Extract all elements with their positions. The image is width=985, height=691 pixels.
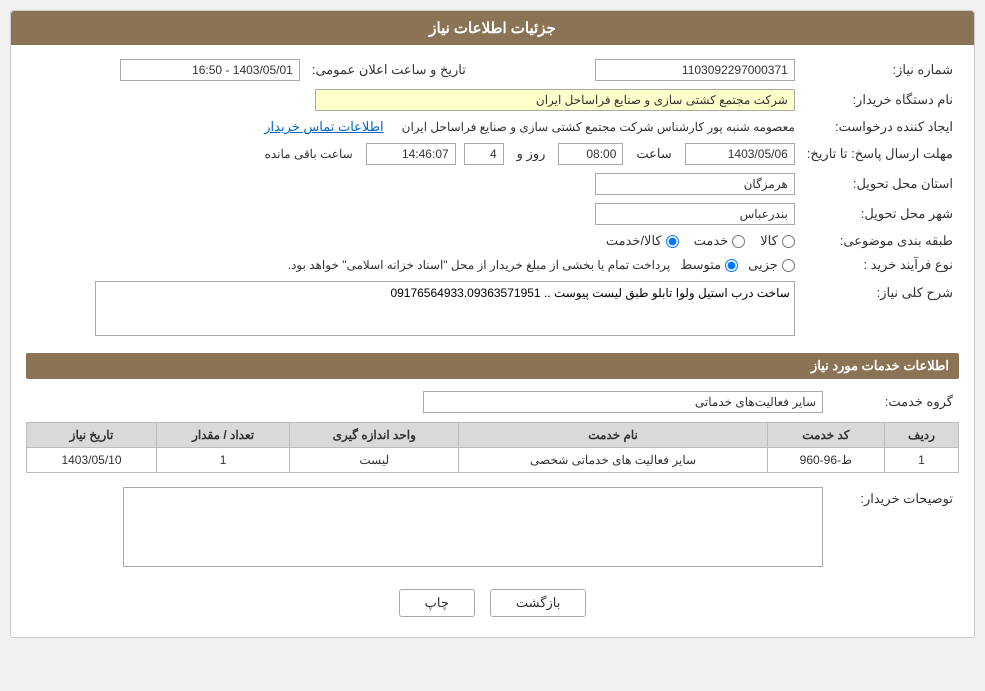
saat-label: ساعت: [636, 146, 671, 162]
shahr-label: شهر محل تحویل:: [801, 199, 959, 229]
baqi-mande-label: ساعت باقی مانده: [265, 147, 353, 161]
date-input[interactable]: [685, 143, 795, 165]
noe-farayand-cell: جزیی متوسط پرداخت تمام یا بخشی از مبلغ خ…: [26, 253, 801, 277]
table-row: 1ط-96-960سایر فعالیت های خدماتی شخصیلیست…: [27, 448, 959, 473]
radio-motevaset-input[interactable]: [725, 259, 738, 272]
col-name: نام خدمت: [459, 423, 768, 448]
tarikh-elan-label: تاریخ و ساعت اعلان عمومی:: [306, 55, 472, 85]
col-radif: ردیف: [884, 423, 958, 448]
shomara-label: شماره نیاز:: [801, 55, 959, 85]
radio-motevaset[interactable]: متوسط: [680, 257, 738, 273]
print-button[interactable]: چاپ: [399, 589, 475, 617]
tarikh-elan-input[interactable]: [120, 59, 300, 81]
services-table: ردیف کد خدمت نام خدمت واحد اندازه گیری ت…: [26, 422, 959, 473]
ijad-konande-label: ایجاد کننده درخواست:: [801, 115, 959, 139]
ostan-cell: [26, 169, 801, 199]
services-section-title: اطلاعات خدمات مورد نیاز: [26, 353, 959, 379]
mohlet-ersal-label: مهلت ارسال پاسخ: تا تاریخ:: [801, 139, 959, 169]
tarikh-elan-cell: [26, 55, 306, 85]
tosifat-textarea[interactable]: [123, 487, 823, 567]
ijad-konande-value: معصومه شنبه پور کارشناس شرکت مجتمع کشتی …: [402, 120, 795, 134]
col-kod: کد خدمت: [767, 423, 884, 448]
radio-kala-khadamat[interactable]: کالا/خدمت: [606, 233, 679, 249]
radio-kala-khadamat-input[interactable]: [666, 235, 679, 248]
main-container: جزئیات اطلاعات نیاز شماره نیاز: تاریخ و …: [10, 10, 975, 638]
mohlet-ersal-cell: ساعت روز و ساعت باقی مانده: [26, 139, 801, 169]
table-cell-3: لیست: [290, 448, 459, 473]
col-tarikh: تاریخ نیاز: [27, 423, 157, 448]
baqi-mande-input[interactable]: [366, 143, 456, 165]
page-title: جزئیات اطلاعات نیاز: [11, 11, 974, 45]
tabagheh-label: طبقه بندی موضوعی:: [801, 229, 959, 253]
content-area: شماره نیاز: تاریخ و ساعت اعلان عمومی: نا…: [11, 45, 974, 637]
table-cell-2: سایر فعالیت های خدماتی شخصی: [459, 448, 768, 473]
sharh-label: شرح کلی نیاز:: [801, 277, 959, 343]
services-form-table: گروه خدمت:: [26, 387, 959, 417]
radio-jozi-input[interactable]: [782, 259, 795, 272]
noe-farayand-label: نوع فرآیند خرید :: [801, 253, 959, 277]
col-vahed: واحد اندازه گیری: [290, 423, 459, 448]
shahr-cell: [26, 199, 801, 229]
tosifat-table: توصیحات خریدار:: [26, 483, 959, 574]
name-dastgah-cell: [26, 85, 801, 115]
radio-khadamat[interactable]: خدمت: [694, 233, 746, 249]
group-khadamat-input[interactable]: [423, 391, 823, 413]
ostan-label: استان محل تحویل:: [801, 169, 959, 199]
table-cell-5: 1403/05/10: [27, 448, 157, 473]
tabagheh-cell: کالا خدمت کالا/خدمت: [26, 229, 801, 253]
tosifat-cell: [26, 483, 829, 574]
etelaat-tamas-link[interactable]: اطلاعات تماس خریدار: [264, 119, 383, 135]
group-khadamat-cell: [26, 387, 829, 417]
radio-kala-khadamat-label: کالا/خدمت: [606, 233, 662, 249]
table-cell-4: 1: [156, 448, 289, 473]
saat-input[interactable]: [558, 143, 623, 165]
radio-motevaset-label: متوسط: [680, 257, 721, 273]
top-info-table: شماره نیاز: تاریخ و ساعت اعلان عمومی: نا…: [26, 55, 959, 343]
rooz-input[interactable]: [464, 143, 504, 165]
sharh-textarea[interactable]: ساخت درب استیل ولوا تابلو طبق لیست پیوست…: [95, 281, 795, 336]
radio-khadamat-input[interactable]: [732, 235, 745, 248]
noe-farayand-note: پرداخت تمام یا بخشی از مبلغ خریدار از مح…: [288, 258, 671, 272]
shomara-input[interactable]: [595, 59, 795, 81]
table-cell-1: ط-96-960: [767, 448, 884, 473]
shahr-input[interactable]: [595, 203, 795, 225]
radio-jozi-label: جزیی: [748, 257, 778, 273]
rooz-label: روز و: [517, 146, 546, 162]
radio-kala[interactable]: کالا: [760, 233, 795, 249]
group-khadamat-label: گروه خدمت:: [829, 387, 959, 417]
button-bar: بازگشت چاپ: [26, 574, 959, 627]
col-tedad: تعداد / مقدار: [156, 423, 289, 448]
radio-jozi[interactable]: جزیی: [748, 257, 795, 273]
radio-kala-label: کالا: [760, 233, 778, 249]
name-dastgah-input[interactable]: [315, 89, 795, 111]
tosifat-label: توصیحات خریدار:: [829, 483, 959, 574]
table-cell-0: 1: [884, 448, 958, 473]
ostan-input[interactable]: [595, 173, 795, 195]
name-dastgah-label: نام دستگاه خریدار:: [801, 85, 959, 115]
ijad-konande-cell: معصومه شنبه پور کارشناس شرکت مجتمع کشتی …: [26, 115, 801, 139]
sharh-cell: ساخت درب استیل ولوا تابلو طبق لیست پیوست…: [26, 277, 801, 343]
radio-khadamat-label: خدمت: [694, 233, 729, 249]
page-wrapper: جزئیات اطلاعات نیاز شماره نیاز: تاریخ و …: [0, 0, 985, 691]
back-button[interactable]: بازگشت: [490, 589, 586, 617]
shomara-value-cell: [492, 55, 801, 85]
radio-kala-input[interactable]: [782, 235, 795, 248]
